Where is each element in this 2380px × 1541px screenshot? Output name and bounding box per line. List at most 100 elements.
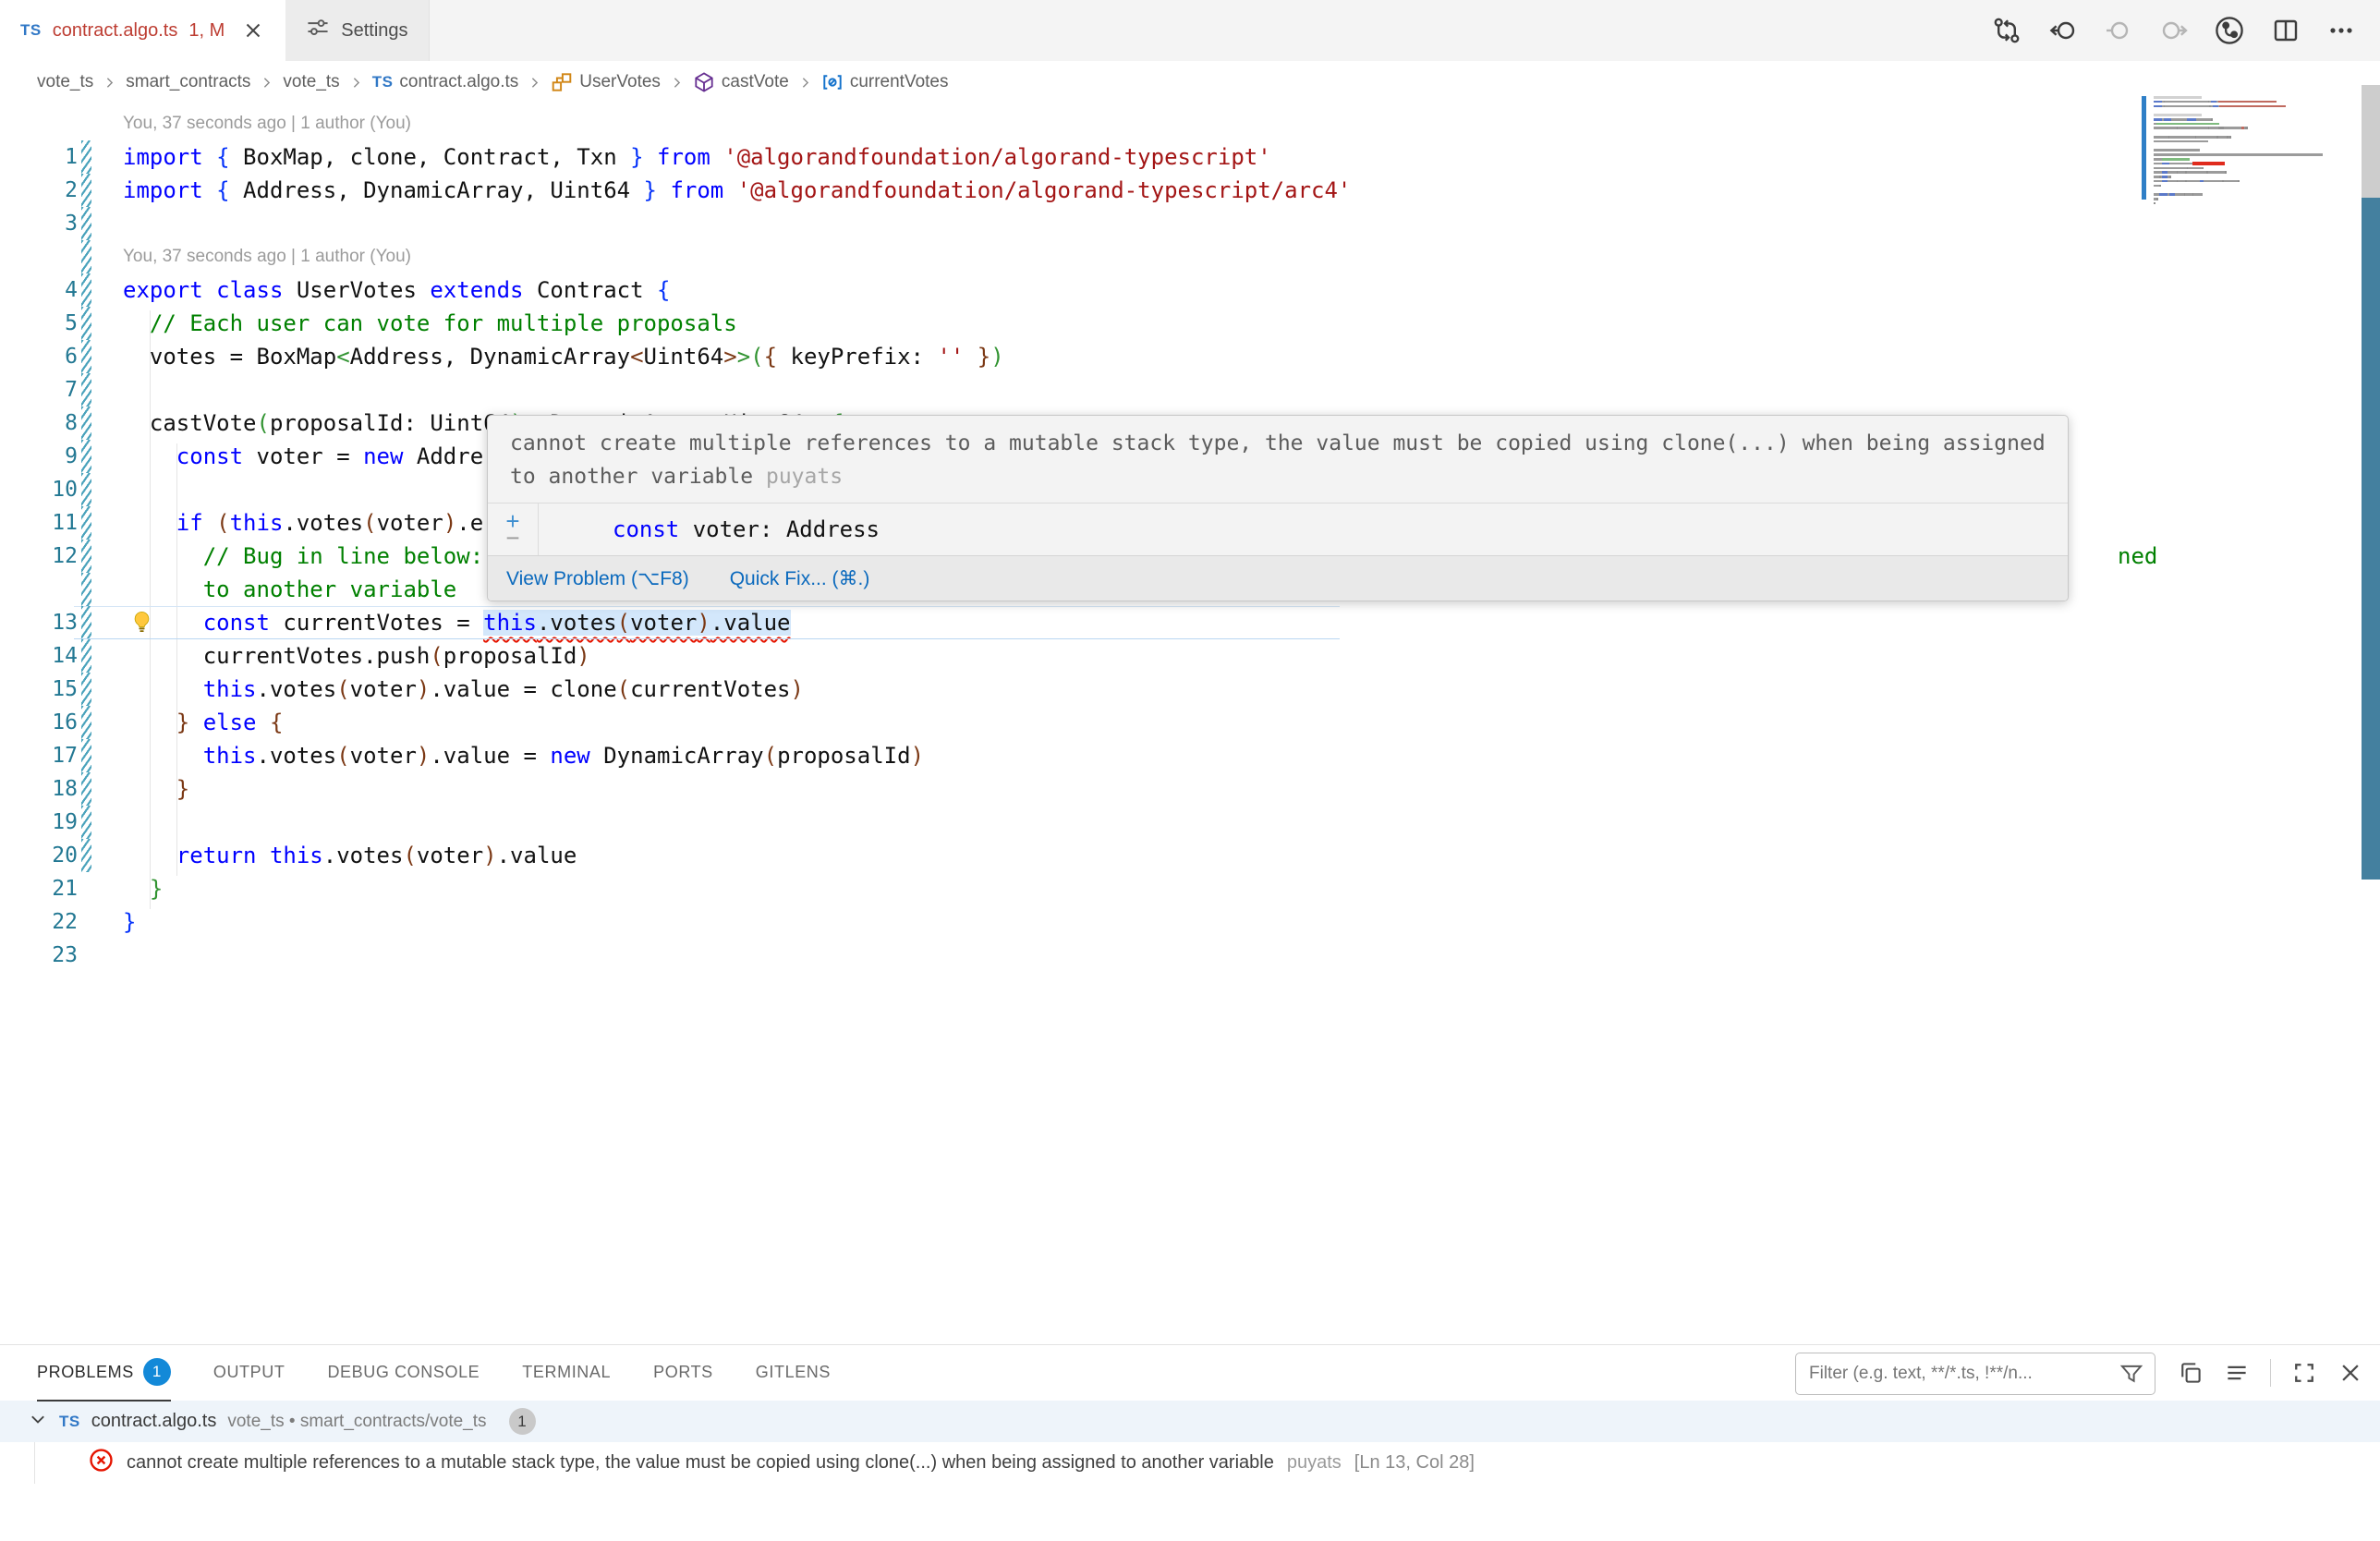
- maximize-panel-icon[interactable]: [2291, 1360, 2317, 1386]
- close-tab-icon[interactable]: [241, 18, 265, 42]
- panel-tab-output[interactable]: OUTPUT: [213, 1344, 285, 1401]
- more-actions-icon[interactable]: [2326, 16, 2356, 45]
- breadcrumb-separator-icon: [797, 75, 813, 91]
- line-number[interactable]: 3: [0, 207, 78, 240]
- token: >: [737, 344, 750, 370]
- code-line-text: votes = BoxMap<Address, DynamicArray<Uin…: [123, 340, 1004, 373]
- line-number[interactable]: 1: [0, 140, 78, 174]
- scrollbar-thumb[interactable]: [2362, 85, 2380, 198]
- line-number[interactable]: 10: [0, 473, 78, 506]
- line-number[interactable]: 22: [0, 905, 78, 939]
- token: UserVotes: [283, 277, 430, 303]
- close-panel-icon[interactable]: [2338, 1360, 2363, 1386]
- line-number[interactable]: 19: [0, 806, 78, 839]
- code-row[interactable]: 16 } else {: [0, 706, 2380, 739]
- split-editor-icon[interactable]: [2271, 16, 2301, 45]
- code-row[interactable]: 14 currentVotes.push(proposalId): [0, 639, 2380, 673]
- minimap-line: [2154, 123, 2339, 126]
- panel-tab-ports[interactable]: PORTS: [653, 1344, 713, 1401]
- token: [257, 843, 270, 868]
- code-row[interactable]: 17 this.votes(voter).value = new Dynamic…: [0, 739, 2380, 772]
- breadcrumb-item-vote_ts[interactable]: vote_ts: [283, 72, 339, 92]
- view-as-list-icon[interactable]: [2224, 1360, 2250, 1386]
- code-row[interactable]: 23: [0, 939, 2380, 972]
- token: [123, 443, 176, 469]
- code-row[interactable]: 21 }: [0, 872, 2380, 905]
- compare-changes-icon[interactable]: [1992, 16, 2022, 45]
- token: (: [617, 610, 630, 636]
- line-number[interactable]: 12: [0, 540, 78, 573]
- code-row[interactable]: 4export class UserVotes extends Contract…: [0, 273, 2380, 307]
- chevron-down-icon[interactable]: [28, 1409, 48, 1435]
- code-row[interactable]: 6 votes = BoxMap<Address, DynamicArray<U…: [0, 340, 2380, 373]
- line-number[interactable]: 20: [0, 839, 78, 872]
- line-number[interactable]: 23: [0, 939, 78, 972]
- hover-zoom-out-button[interactable]: −: [505, 528, 519, 548]
- token: currentVotes.push: [123, 643, 430, 669]
- previous-change-disabled-icon[interactable]: [2103, 16, 2132, 45]
- problems-file-row[interactable]: TS contract.algo.ts vote_ts • smart_cont…: [0, 1401, 2380, 1442]
- code-row[interactable]: 19: [0, 806, 2380, 839]
- code-row[interactable]: 3: [0, 207, 2380, 240]
- panel-tab-terminal[interactable]: TERMINAL: [522, 1344, 611, 1401]
- blame-row[interactable]: You, 37 seconds ago | 1 author (You): [0, 107, 2380, 140]
- breadcrumb-item-UserVotes[interactable]: UserVotes: [551, 71, 661, 93]
- line-number[interactable]: 11: [0, 506, 78, 540]
- token: .votes: [323, 843, 404, 868]
- line-number[interactable]: 21: [0, 872, 78, 905]
- breadcrumb-item-currentVotes[interactable]: currentVotes: [821, 71, 949, 93]
- next-change-disabled-icon[interactable]: [2158, 16, 2188, 45]
- open-changes-icon[interactable]: [2214, 15, 2245, 46]
- view-problem-link[interactable]: View Problem (⌥F8): [506, 567, 689, 590]
- problems-filter-input[interactable]: [1796, 1364, 2119, 1384]
- line-number[interactable]: 9: [0, 440, 78, 473]
- tab-settings[interactable]: Settings: [285, 0, 429, 61]
- line-number[interactable]: 7: [0, 373, 78, 406]
- breadcrumb-separator-icon: [259, 75, 274, 91]
- gutter-modified-indicator: [81, 406, 91, 440]
- minimap[interactable]: [2142, 92, 2339, 231]
- code-row[interactable]: 18 }: [0, 772, 2380, 806]
- line-number[interactable]: 5: [0, 307, 78, 340]
- line-number[interactable]: 14: [0, 639, 78, 673]
- token: proposalId: [443, 643, 577, 669]
- panel-tab-debug-console[interactable]: DEBUG CONSOLE: [327, 1344, 480, 1401]
- line-number[interactable]: 2: [0, 174, 78, 207]
- tab-contract-algo-ts[interactable]: TS contract.algo.ts 1, M: [0, 0, 285, 61]
- code-row[interactable]: 15 this.votes(voter).value = clone(curre…: [0, 673, 2380, 706]
- token: DynamicArray: [590, 743, 764, 769]
- panel-tab-problems[interactable]: PROBLEMS1: [37, 1344, 171, 1401]
- line-number[interactable]: 16: [0, 706, 78, 739]
- line-number[interactable]: 4: [0, 273, 78, 307]
- token: [723, 177, 736, 203]
- error-message-text: cannot create multiple references to a m…: [510, 431, 2046, 489]
- line-number[interactable]: 17: [0, 739, 78, 772]
- breadcrumb-item-castVote[interactable]: castVote: [693, 71, 789, 93]
- breadcrumb-label: castVote: [722, 72, 789, 92]
- blame-row[interactable]: You, 37 seconds ago | 1 author (You): [0, 240, 2380, 273]
- code-row[interactable]: 5 // Each user can vote for multiple pro…: [0, 307, 2380, 340]
- code-row[interactable]: 7: [0, 373, 2380, 406]
- line-number[interactable]: 15: [0, 673, 78, 706]
- breadcrumb-item-contract.algo.ts[interactable]: TScontract.algo.ts: [372, 72, 519, 92]
- line-number[interactable]: 18: [0, 772, 78, 806]
- filter-icon[interactable]: [2119, 1362, 2155, 1386]
- line-number[interactable]: 6: [0, 340, 78, 373]
- code-row[interactable]: 13 const currentVotes = this.votes(voter…: [0, 606, 2380, 639]
- code-row[interactable]: 1import { BoxMap, clone, Contract, Txn }…: [0, 140, 2380, 174]
- code-row[interactable]: 20 return this.votes(voter).value: [0, 839, 2380, 872]
- problem-row[interactable]: cannot create multiple references to a m…: [0, 1442, 2380, 1484]
- breadcrumb-item-vote_ts[interactable]: vote_ts: [37, 72, 93, 92]
- line-number[interactable]: 13: [0, 606, 78, 639]
- code-row[interactable]: 2import { Address, DynamicArray, Uint64 …: [0, 174, 2380, 207]
- quick-fix-link[interactable]: Quick Fix... (⌘.): [730, 567, 870, 590]
- code-row[interactable]: 22}: [0, 905, 2380, 939]
- token: }: [123, 909, 136, 935]
- previous-change-nav-icon[interactable]: [2047, 16, 2077, 45]
- copy-icon[interactable]: [2178, 1360, 2204, 1386]
- breadcrumb-item-smart_contracts[interactable]: smart_contracts: [126, 72, 250, 92]
- line-number[interactable]: 8: [0, 406, 78, 440]
- gutter-modified-indicator: [81, 473, 91, 506]
- minimap-line: [2154, 207, 2339, 210]
- panel-tab-gitlens[interactable]: GITLENS: [756, 1344, 831, 1401]
